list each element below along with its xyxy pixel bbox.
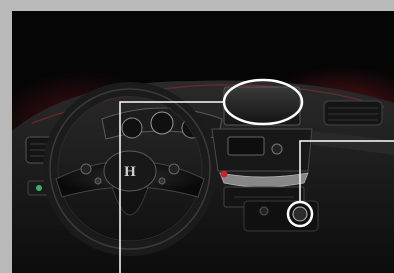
dashboard-illustration: H: [12, 66, 394, 273]
audio-knob: [271, 143, 283, 155]
hazard-button: [220, 170, 228, 178]
image-frame: H: [0, 0, 394, 273]
air-vent-right: [323, 100, 383, 126]
audio-display: [227, 136, 265, 156]
gauge-left: [121, 117, 143, 139]
start-button: [292, 206, 308, 222]
dashboard-photo: H: [12, 11, 394, 273]
status-light: [36, 185, 42, 191]
brand-logo: H: [124, 164, 136, 180]
gauge-center: [150, 111, 174, 135]
